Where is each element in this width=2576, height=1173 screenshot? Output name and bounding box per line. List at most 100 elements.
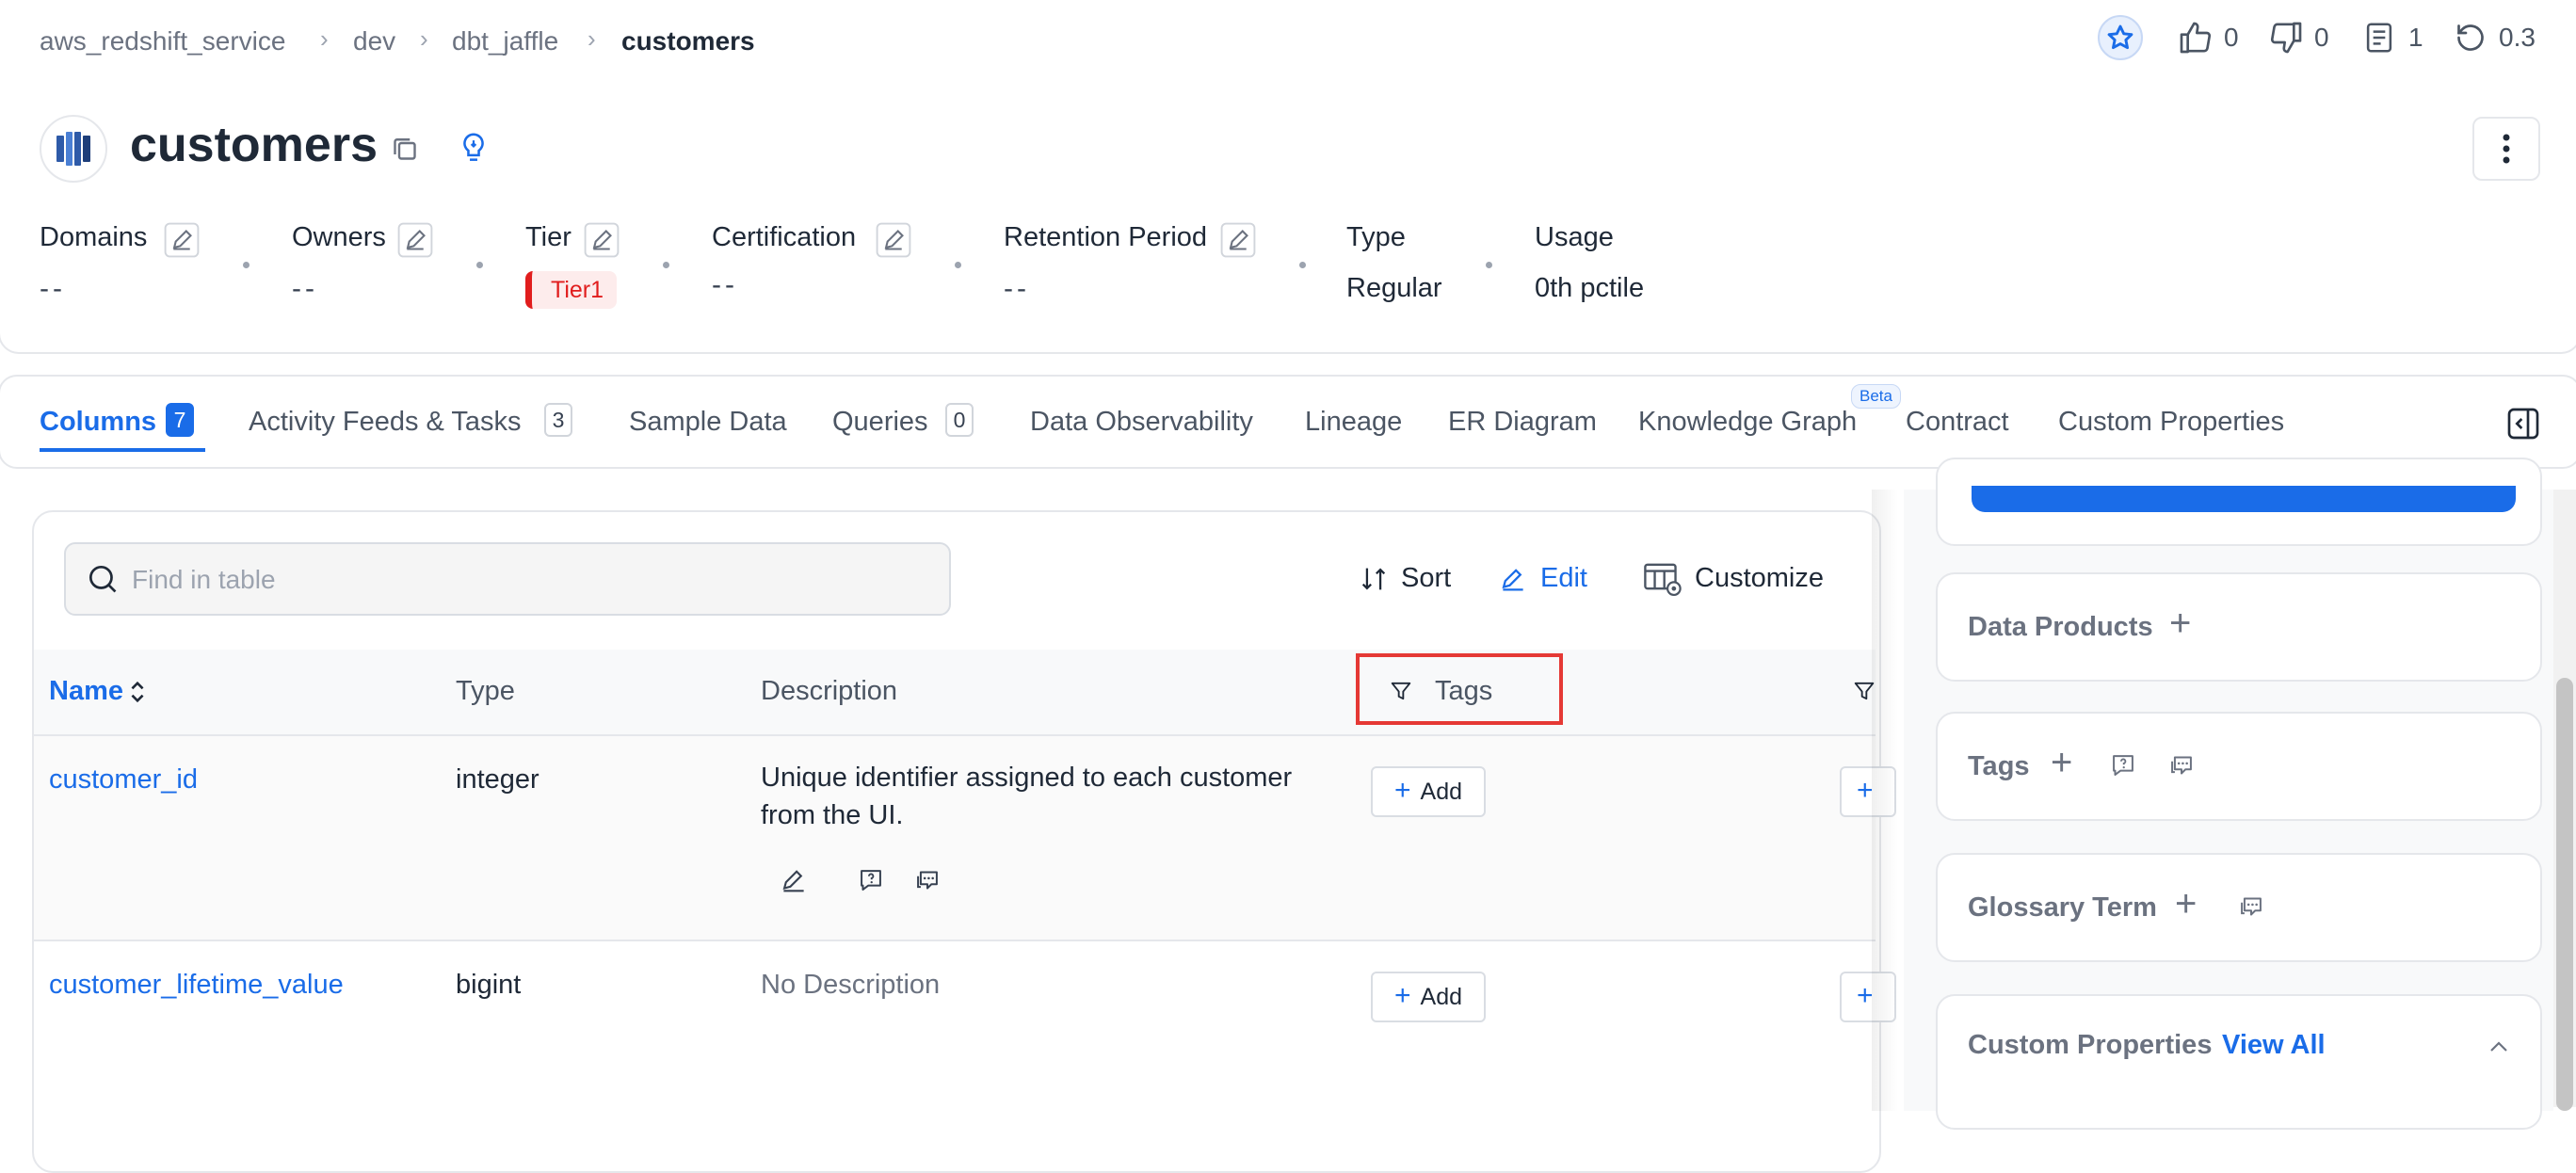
request-tags-icon[interactable] [2107,749,2139,781]
certification-value: -- [712,269,738,300]
panel-scrollbar[interactable] [2553,490,2576,1111]
tab-queries[interactable]: Queries [832,407,928,438]
plus-icon: + [1857,979,1874,1011]
edit-description-icon[interactable] [778,864,810,896]
separator-dot [1299,262,1306,268]
edit-certification-icon[interactable] [876,222,911,258]
dislike-button[interactable]: 0 [2267,19,2329,61]
like-button[interactable]: 0 [2177,19,2239,61]
type-value: Regular [1346,273,1442,303]
chevron-right-icon: › [320,24,329,53]
separator-dot [663,262,669,268]
edit-domains-icon[interactable] [164,222,200,258]
version-history-button[interactable]: 0.3 [2452,19,2536,61]
breadcrumb-schema[interactable]: dbt_jaffle [452,26,558,56]
search-icon [89,565,117,593]
breadcrumb-current: customers [621,26,755,56]
suggestion-button[interactable] [456,130,491,170]
follow-button[interactable] [2098,15,2143,60]
sort-toggle-icon[interactable] [128,680,147,704]
separator-dot [955,262,961,268]
active-tab-indicator [40,448,205,452]
chevron-up-icon[interactable] [2484,1032,2514,1062]
description-column-header: Description [761,676,898,706]
conversation-icon[interactable] [2235,891,2267,923]
tab-custom-properties[interactable]: Custom Properties [2058,407,2284,438]
add-tag-icon[interactable]: + [2051,742,2072,784]
conversation-icon[interactable] [911,864,943,896]
primary-action-button[interactable] [1972,486,2516,512]
tasks-button[interactable]: 1 [2361,19,2423,61]
thumbs-up-icon [2180,22,2212,54]
search-input[interactable]: Find in table [64,542,951,616]
filter-icon[interactable] [1388,678,1414,704]
custom-properties-title: Custom Properties [1968,1030,2213,1060]
edit-owners-icon[interactable] [397,222,433,258]
document-icon [2366,23,2392,53]
retention-label: Retention Period [1004,222,1208,252]
column-type: bigint [456,970,522,1000]
breadcrumb-database[interactable]: dev [353,26,395,56]
page-title: customers [130,118,378,172]
tags-card: Tags + [1936,712,2542,821]
more-options-button[interactable] [2472,117,2540,181]
edit-tier-icon[interactable] [584,222,620,258]
copy-icon [394,138,416,160]
tab-er-diagram[interactable]: ER Diagram [1448,407,1597,438]
thumbs-down-icon [2270,22,2302,54]
separator-dot [243,262,250,268]
usage-label: Usage [1535,222,1614,252]
tab-columns[interactable]: Columns [40,407,156,438]
column-name-link[interactable]: customer_id [49,764,198,795]
dislike-count: 0 [2314,23,2329,52]
add-tag-button[interactable]: + Add [1371,972,1486,1022]
retention-value: -- [1004,273,1030,304]
tab-sample-data[interactable]: Sample Data [629,407,787,438]
columns-count-badge: 7 [166,403,194,437]
chevron-right-icon: › [588,24,596,53]
conversation-icon[interactable] [2165,749,2198,781]
tab-activity-feeds[interactable]: Activity Feeds & Tasks [249,407,522,438]
type-label: Type [1346,222,1406,252]
tags-column-header: Tags [1435,676,1493,706]
tab-knowledge-graph[interactable]: Knowledge Graph [1638,407,1857,438]
plus-icon: + [1857,774,1874,806]
request-description-icon[interactable] [855,864,887,896]
tier-badge[interactable]: Tier1 [525,271,618,309]
view-all-link[interactable]: View All [2222,1030,2326,1061]
tab-contract[interactable]: Contract [1906,407,2009,438]
history-icon [2457,24,2484,51]
copy-link-button[interactable] [388,132,422,170]
activity-count-badge: 3 [544,403,572,437]
customize-columns-icon [1644,563,1682,597]
star-icon [2107,24,2133,50]
beta-badge: Beta [1851,384,1901,409]
edit-retention-icon[interactable] [1220,222,1256,258]
add-data-product-icon[interactable]: + [2169,603,2191,645]
add-tag-button[interactable]: + Add [1371,766,1486,817]
column-description: Unique identifier assigned to each custo… [761,763,1293,793]
kebab-menu-icon [2503,134,2510,164]
plus-icon: + [1393,979,1411,1011]
plus-icon: + [1393,774,1411,806]
separator-dot [476,262,483,268]
add-label: Add [1420,983,1462,1010]
like-count: 0 [2224,23,2239,52]
scrollbar-thumb[interactable] [2556,678,2573,1111]
tab-lineage[interactable]: Lineage [1305,407,1402,438]
column-description: from the UI. [761,800,904,830]
name-column-header[interactable]: Name [49,676,123,707]
add-glossary-icon[interactable]: + [2175,883,2197,925]
edit-icon [1502,569,1523,591]
service-logo [40,115,107,183]
tags-header-highlight[interactable]: Tags [1356,653,1563,725]
breadcrumb-service[interactable]: aws_redshift_service [40,26,285,56]
column-name-link[interactable]: customer_lifetime_value [49,970,344,1001]
owners-value: -- [292,273,318,304]
tab-data-observability[interactable]: Data Observability [1030,407,1253,438]
queries-count-badge: 0 [945,403,974,437]
data-products-card: Data Products + [1936,572,2542,682]
tasks-count: 1 [2408,23,2423,52]
lightbulb-icon [463,133,484,161]
toggle-panel-icon[interactable] [2504,405,2542,442]
